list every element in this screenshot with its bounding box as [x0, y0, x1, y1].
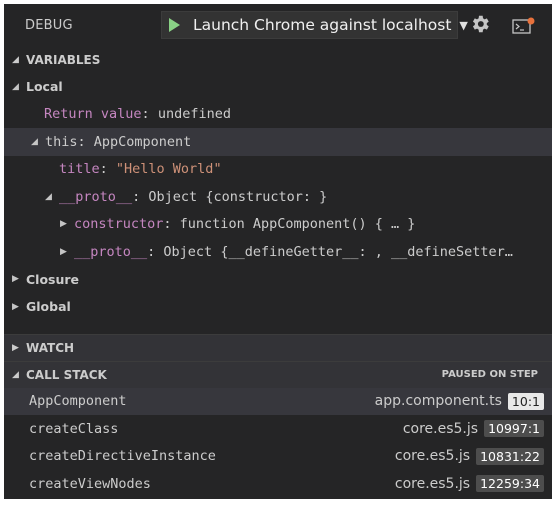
- debug-toolbar: DEBUG Launch Chrome against localhost ▼: [4, 4, 552, 46]
- call-stack-section-header[interactable]: ◢ CALL STACK PAUSED ON STEP: [4, 360, 552, 388]
- paused-status: PAUSED ON STEP: [441, 369, 538, 380]
- collapsed-triangle-icon: ▶: [12, 301, 19, 312]
- frame-file: core.es5.js: [402, 420, 479, 437]
- variable-name: Return value: [44, 106, 142, 123]
- gear-icon[interactable]: [469, 13, 491, 39]
- collapsed-triangle-icon: ▶: [60, 246, 67, 257]
- scope-local[interactable]: ◢ Local: [4, 73, 552, 101]
- stack-frame[interactable]: AppComponent app.component.ts 10:1: [4, 387, 552, 415]
- collapsed-triangle-icon: ▶: [12, 274, 19, 285]
- stack-frame[interactable]: createViewNodes core.es5.js 12259:34: [4, 470, 552, 498]
- stack-frame[interactable]: createClass core.es5.js 10997:1: [4, 415, 552, 443]
- variable-proto[interactable]: ◢ __proto__: Object {constructor: }: [4, 183, 552, 211]
- debug-title: DEBUG: [25, 17, 73, 33]
- variable-name: title: [59, 161, 100, 178]
- frame-file: core.es5.js: [394, 448, 471, 465]
- frame-name: createClass: [29, 420, 119, 437]
- frame-name: createDirectiveInstance: [29, 448, 216, 465]
- frame-name: createViewNodes: [29, 475, 151, 492]
- debug-panel: DEBUG Launch Chrome against localhost ▼ …: [4, 4, 552, 499]
- variable-proto-nested[interactable]: ▶ __proto__: Object {__defineGetter__: , …: [4, 238, 552, 266]
- stack-frame[interactable]: createDirectiveInstance core.es5.js 1083…: [4, 443, 552, 471]
- variables-title: VARIABLES: [26, 52, 101, 67]
- scope-closure[interactable]: ▶ Closure: [4, 266, 552, 294]
- watch-title: WATCH: [26, 340, 75, 355]
- expanded-triangle-icon: ◢: [45, 191, 52, 202]
- variable-name: constructor: [74, 216, 164, 233]
- call-stack-title: CALL STACK: [26, 367, 107, 382]
- variable-value: "Hello World": [115, 161, 222, 178]
- frame-file: app.component.ts: [374, 393, 502, 410]
- launch-config-label: Launch Chrome against localhost: [193, 16, 452, 34]
- variable-constructor[interactable]: ▶ constructor: function AppComponent() { …: [4, 211, 552, 239]
- launch-config-select[interactable]: Launch Chrome against localhost ▼: [161, 11, 468, 39]
- variable-title[interactable]: title: "Hello World": [4, 156, 552, 184]
- collapsed-triangle-icon: ▶: [12, 342, 19, 353]
- variables-section-header[interactable]: ◢ VARIABLES: [4, 46, 552, 73]
- chevron-down-icon[interactable]: ▼: [459, 19, 467, 32]
- frame-position-badge: 10997:1: [484, 420, 544, 438]
- variable-value: Object {__defineGetter__: , __defineSett…: [163, 243, 513, 260]
- frame-position-badge: 10831:22: [476, 447, 544, 465]
- scope-label: Local: [26, 79, 63, 95]
- play-icon[interactable]: [169, 18, 180, 32]
- expanded-triangle-icon: ◢: [31, 136, 38, 147]
- frame-position-badge: 12259:34: [476, 475, 544, 493]
- scope-label: Closure: [26, 271, 80, 287]
- frame-position-badge: 10:1: [507, 392, 544, 410]
- watch-section-header[interactable]: ▶ WATCH: [4, 333, 552, 361]
- frame-name: AppComponent: [29, 393, 127, 410]
- frame-file: core.es5.js: [394, 475, 471, 492]
- expanded-triangle-icon: ◢: [12, 54, 19, 65]
- variable-this[interactable]: ◢ this: AppComponent: [4, 128, 552, 156]
- variable-value: function AppComponent() { … }: [179, 216, 416, 233]
- debug-console-icon[interactable]: [512, 17, 536, 39]
- variable-name: __proto__: [59, 188, 133, 205]
- variable-return-value[interactable]: Return value: undefined: [4, 101, 552, 129]
- expanded-triangle-icon: ◢: [12, 369, 19, 380]
- variable-name: __proto__: [74, 243, 148, 260]
- variable-value: undefined: [157, 106, 231, 123]
- scope-label: Global: [26, 299, 71, 315]
- expanded-triangle-icon: ◢: [12, 81, 19, 92]
- scope-global[interactable]: ▶ Global: [4, 293, 552, 321]
- variable-value: Object {constructor: }: [148, 188, 328, 205]
- collapsed-triangle-icon: ▶: [60, 219, 67, 230]
- variable-name: this: [45, 133, 78, 150]
- variable-value: AppComponent: [93, 133, 192, 150]
